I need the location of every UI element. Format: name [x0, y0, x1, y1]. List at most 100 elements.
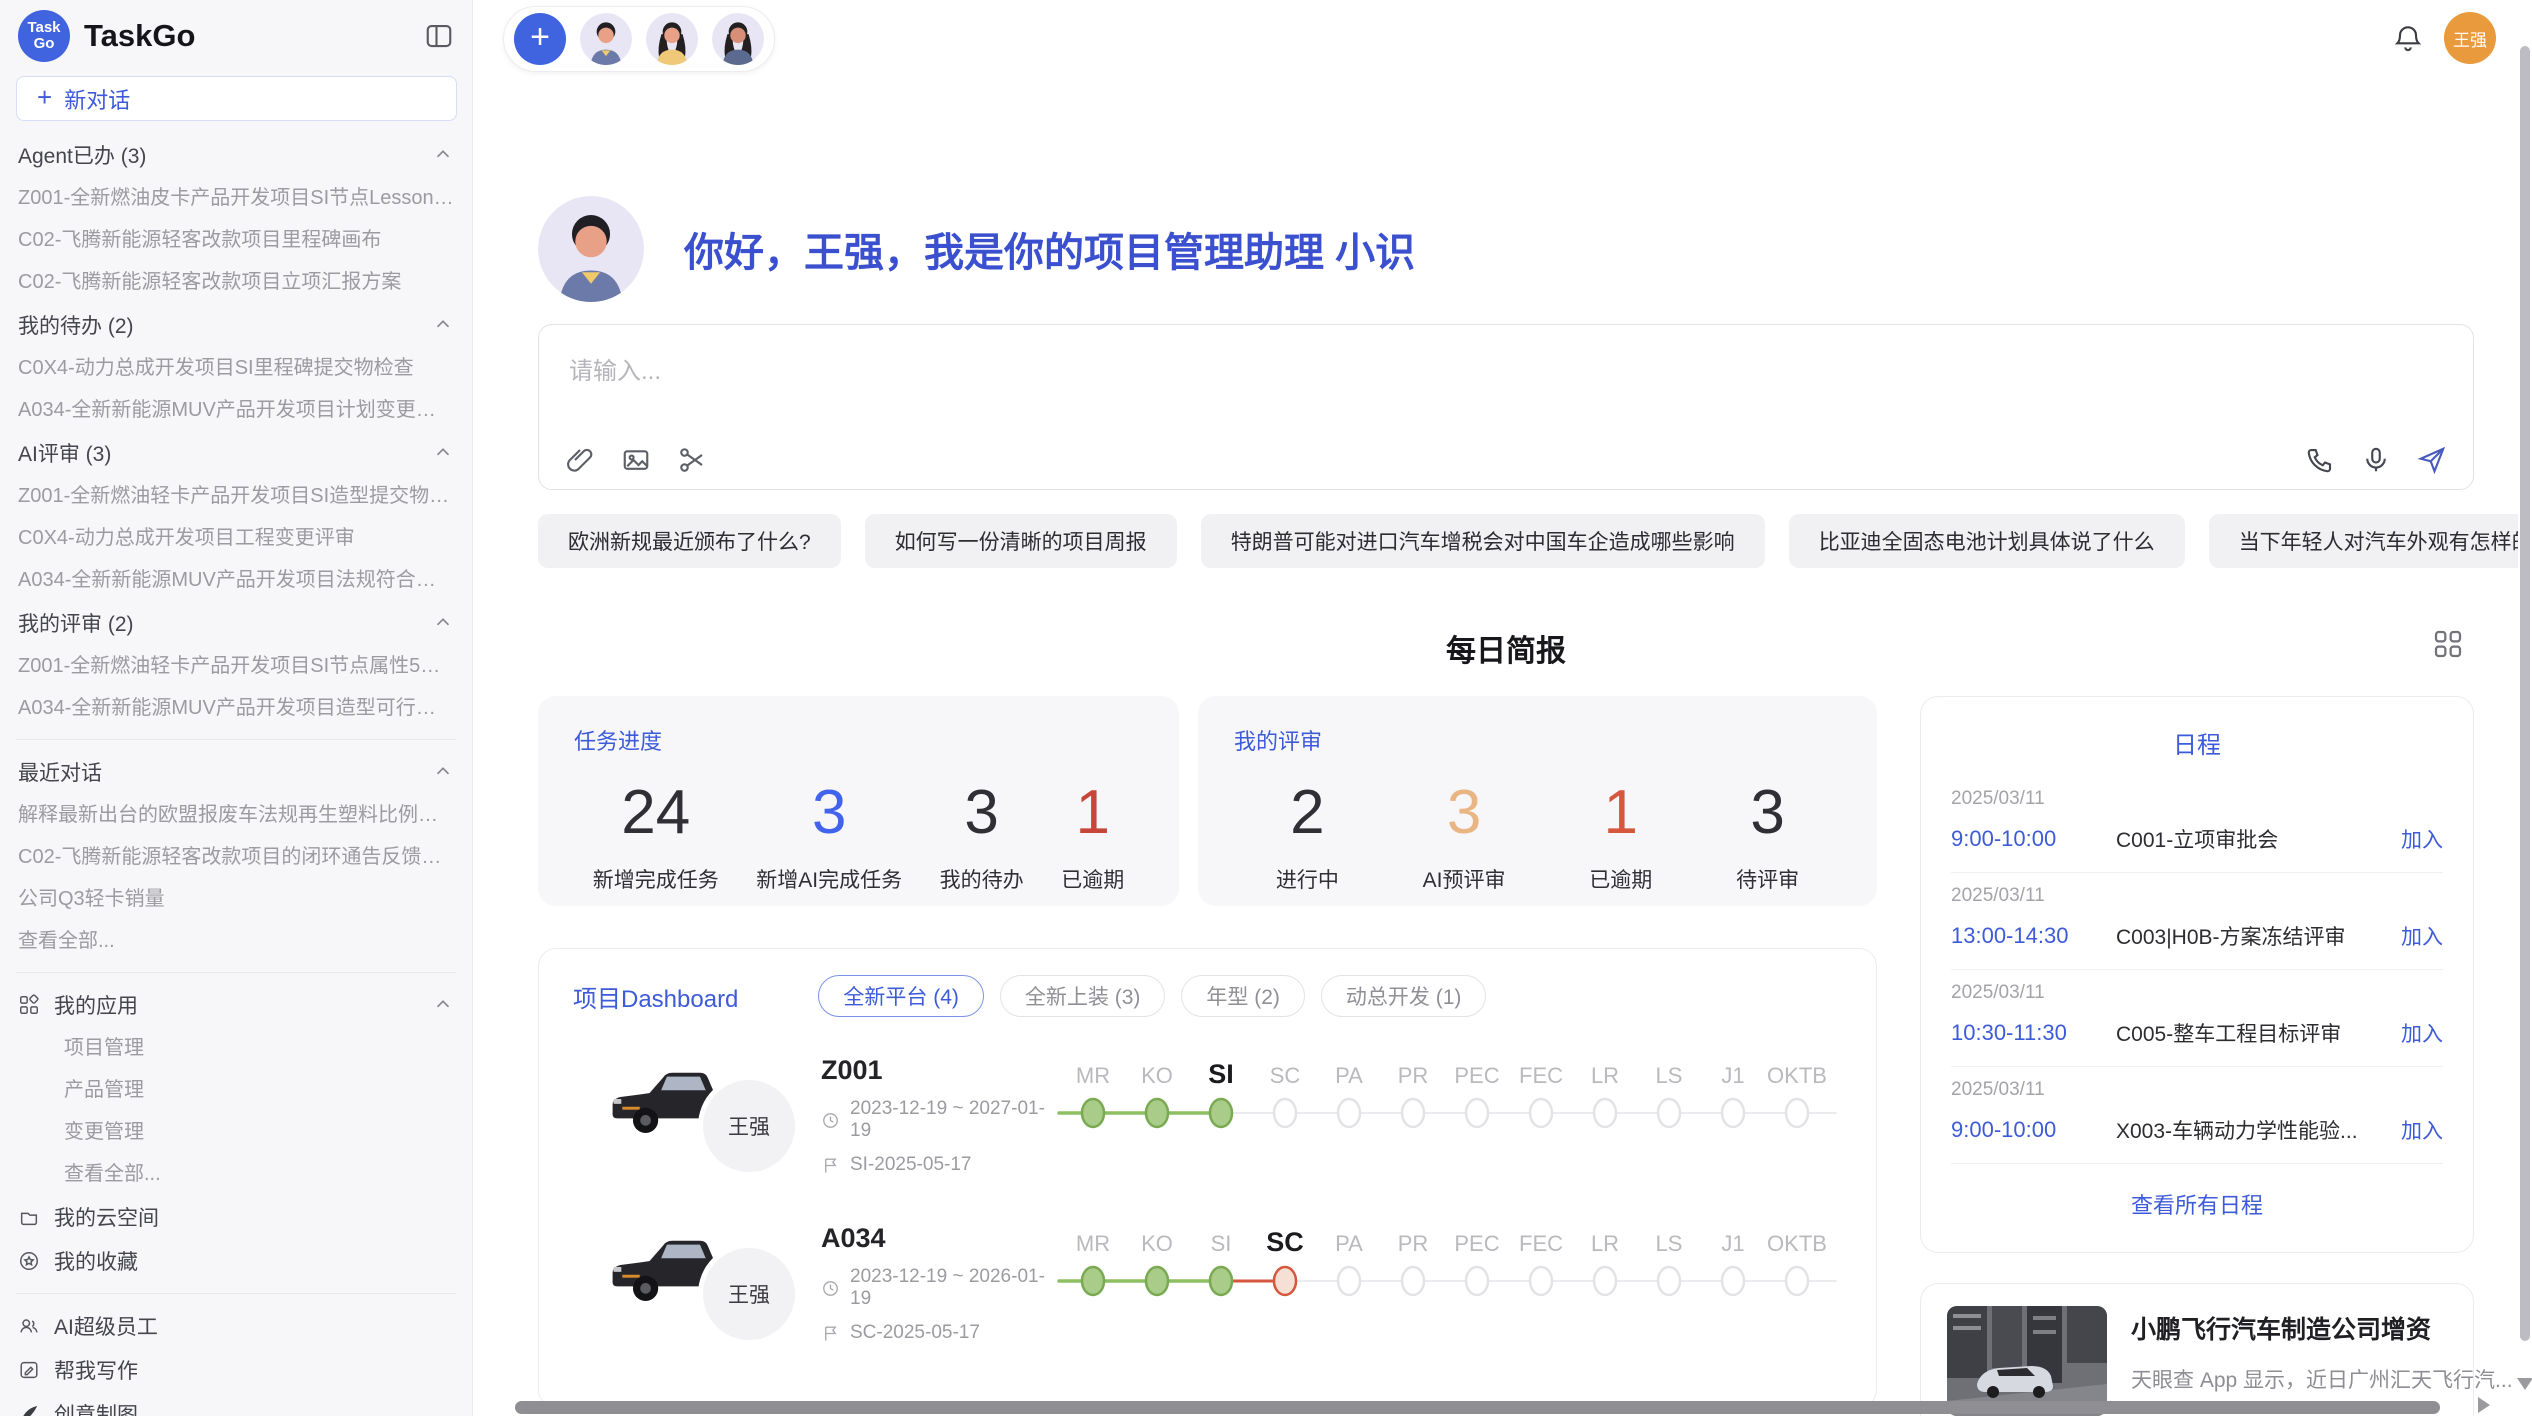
my-apps-header[interactable]: 我的应用: [18, 983, 454, 1027]
stat-label: 待评审: [1736, 864, 1799, 894]
agent-avatar-1[interactable]: [580, 13, 632, 65]
stat-value: 3: [940, 782, 1024, 844]
sidebar-task-item[interactable]: A034-全新新能源MUV产品开发项目法规符合性评审: [18, 559, 454, 601]
dashboard-tab[interactable]: 全新上装 (3): [1000, 975, 1166, 1017]
stat: 24新增完成任务: [593, 782, 719, 894]
app-item[interactable]: 产品管理: [18, 1069, 454, 1111]
greeting-text: 你好，王强，我是你的项目管理助理 小识: [684, 220, 1415, 278]
sidebar-link-我的收藏[interactable]: 我的收藏: [18, 1239, 454, 1283]
project-flag: SI-2025-05-17: [821, 1154, 1061, 1176]
app-item[interactable]: 项目管理: [18, 1027, 454, 1069]
sidebar-link-我的云空间[interactable]: 我的云空间: [18, 1195, 454, 1239]
schedule-card: 日程 2025/03/119:00-10:00C001-立项审批会加入2025/…: [1920, 696, 2474, 1253]
sidebar-list: Agent已办 (3)Z001-全新燃油皮卡产品开发项目SI节点Lesson L…: [0, 133, 472, 1416]
tool-label: 创意制图: [54, 1399, 138, 1416]
agent-avatar-3[interactable]: [712, 13, 764, 65]
dashboard-tab[interactable]: 年型 (2): [1181, 975, 1305, 1017]
notification-bell-icon[interactable]: [2392, 22, 2424, 54]
dashboard-tab[interactable]: 全新平台 (4): [818, 975, 984, 1017]
sidebar-task-item[interactable]: C02-飞腾新能源轻客改款项目里程碑画布: [18, 219, 454, 261]
schedule-date: 2025/03/11: [1951, 885, 2443, 907]
recent-chat-item[interactable]: 解释最新出台的欧盟报废车法规再生塑料比例被调至15%...: [18, 794, 454, 836]
stat-label: 已逾期: [1589, 864, 1652, 894]
add-agent-button[interactable]: +: [514, 13, 566, 65]
phone-icon[interactable]: [2305, 445, 2335, 475]
user-avatar[interactable]: 王强: [2444, 12, 2496, 64]
agent-avatar-2[interactable]: [646, 13, 698, 65]
sidebar-task-item[interactable]: A034-全新新能源MUV产品开发项目造型可行性评审: [18, 687, 454, 729]
recent-chats-header[interactable]: 最近对话: [18, 750, 454, 794]
project-owner-badge: 王强: [703, 1080, 795, 1172]
schedule-join-button[interactable]: 加入: [2401, 921, 2443, 951]
sidebar-task-item[interactable]: C0X4-动力总成开发项目SI里程碑提交物检查: [18, 347, 454, 389]
group-title: 我的评审 (2): [18, 608, 134, 638]
stat: 3新增AI完成任务: [756, 782, 902, 894]
svg-text:PR: PR: [1398, 1231, 1429, 1256]
project-row-Z001[interactable]: 王强 Z001 2023-12-19 ~ 2027-01-19 SI-2025-05-…: [573, 1055, 1842, 1205]
svg-text:J1: J1: [1721, 1063, 1744, 1088]
suggestion-chip[interactable]: 特朗普可能对进口汽车增税会对中国车企造成哪些影响: [1201, 514, 1765, 568]
svg-text:OKTB: OKTB: [1767, 1063, 1827, 1088]
recent-chat-item[interactable]: C02-飞腾新能源轻客改款项目的闭环通告反馈情况: [18, 836, 454, 878]
new-chat-label: 新对话: [64, 83, 130, 115]
svg-text:SI: SI: [1211, 1231, 1232, 1256]
pen-icon: [18, 1403, 40, 1416]
sidebar-tool-帮我写作[interactable]: 帮我写作: [18, 1348, 454, 1392]
new-chat-button[interactable]: + 新对话: [16, 76, 457, 121]
sidebar-collapse-icon[interactable]: [424, 21, 454, 51]
svg-text:PEC: PEC: [1454, 1231, 1499, 1256]
schedule-row: 10:30-11:30C005-整车工程目标评审加入: [1951, 1018, 2443, 1048]
sidebar: Task Go TaskGo + 新对话 Agent已办 (3)Z001-全新燃…: [0, 0, 473, 1416]
app-logo: Task Go: [18, 10, 70, 62]
stat: 1已逾期: [1589, 782, 1652, 894]
sidebar-task-item[interactable]: C02-飞腾新能源轻客改款项目立项汇报方案: [18, 261, 454, 303]
sidebar-group-header[interactable]: AI评审 (3): [18, 431, 454, 475]
schedule-view-all[interactable]: 查看所有日程: [1951, 1188, 2443, 1220]
recent-chat-item[interactable]: 公司Q3轻卡销量: [18, 878, 454, 920]
scroll-down-arrow-icon[interactable]: [2517, 1378, 2532, 1390]
suggestion-chip[interactable]: 如何写一份清晰的项目周报: [865, 514, 1177, 568]
chat-input[interactable]: [539, 325, 2473, 421]
project-name: Z001: [821, 1055, 1061, 1086]
scroll-right-arrow-icon[interactable]: [2478, 1397, 2490, 1413]
mic-icon[interactable]: [2361, 445, 2391, 475]
project-date-range: 2023-12-19 ~ 2027-01-19: [850, 1098, 1061, 1142]
vertical-scrollbar-thumb[interactable]: [2520, 46, 2530, 1341]
sidebar-group-header[interactable]: Agent已办 (3): [18, 133, 454, 177]
image-icon[interactable]: [621, 445, 651, 475]
suggestion-chip[interactable]: 比亚迪全固态电池计划具体说了什么: [1789, 514, 2185, 568]
svg-text:LS: LS: [1656, 1231, 1683, 1256]
app-item[interactable]: 变更管理: [18, 1111, 454, 1153]
sidebar-tool-AI超级员工[interactable]: AI超级员工: [18, 1304, 454, 1348]
project-list: 王强 Z001 2023-12-19 ~ 2027-01-19 SI-2025-05-…: [573, 1055, 1842, 1373]
send-icon[interactable]: [2417, 445, 2447, 475]
project-row-A034[interactable]: 王强A0342023-12-19 ~ 2026-01-19SC-2025-05-…: [573, 1223, 1842, 1373]
layout-grid-icon[interactable]: [2432, 628, 2464, 660]
suggestion-chip[interactable]: 当下年轻人对汽车外观有怎样的喜好趋势: [2209, 514, 2518, 568]
sidebar-task-item[interactable]: Z001-全新燃油轻卡产品开发项目SI造型提交物评审: [18, 475, 454, 517]
suggestion-chip[interactable]: 欧洲新规最近颁布了什么?: [538, 514, 841, 568]
schedule-date: 2025/03/11: [1951, 788, 2443, 810]
group-title: 我的应用: [54, 990, 138, 1020]
news-card[interactable]: 小鹏飞行汽车制造公司增资 天眼查 App 显示，近日广州汇天飞行汽...: [1920, 1283, 2474, 1416]
schedule-join-button[interactable]: 加入: [2401, 824, 2443, 854]
sidebar-group-header[interactable]: 我的评审 (2): [18, 601, 454, 645]
sidebar-task-item[interactable]: A034-全新新能源MUV产品开发项目计划变更表编写: [18, 389, 454, 431]
schedule-join-button[interactable]: 加入: [2401, 1115, 2443, 1145]
recent-view-all[interactable]: 查看全部...: [18, 920, 454, 962]
svg-text:LS: LS: [1656, 1063, 1683, 1088]
chat-input-card: [538, 324, 2474, 490]
apps-view-all[interactable]: 查看全部...: [18, 1153, 454, 1195]
sidebar-group-header[interactable]: 我的待办 (2): [18, 303, 454, 347]
sidebar-task-item[interactable]: Z001-全新燃油皮卡产品开发项目SI节点Lesson Learn报告: [18, 177, 454, 219]
schedule-date: 2025/03/11: [1951, 982, 2443, 1004]
horizontal-scrollbar-thumb[interactable]: [515, 1401, 2440, 1414]
sidebar-task-item[interactable]: Z001-全新燃油轻卡产品开发项目SI节点属性5D文件评审: [18, 645, 454, 687]
attach-icon[interactable]: [565, 445, 595, 475]
sidebar-tool-创意制图[interactable]: 创意制图: [18, 1392, 454, 1416]
sidebar-task-item[interactable]: C0X4-动力总成开发项目工程变更评审: [18, 517, 454, 559]
schedule-join-button[interactable]: 加入: [2401, 1018, 2443, 1048]
scissors-icon[interactable]: [677, 445, 707, 475]
stat-label: 我的待办: [940, 864, 1024, 894]
dashboard-tab[interactable]: 动总开发 (1): [1321, 975, 1487, 1017]
